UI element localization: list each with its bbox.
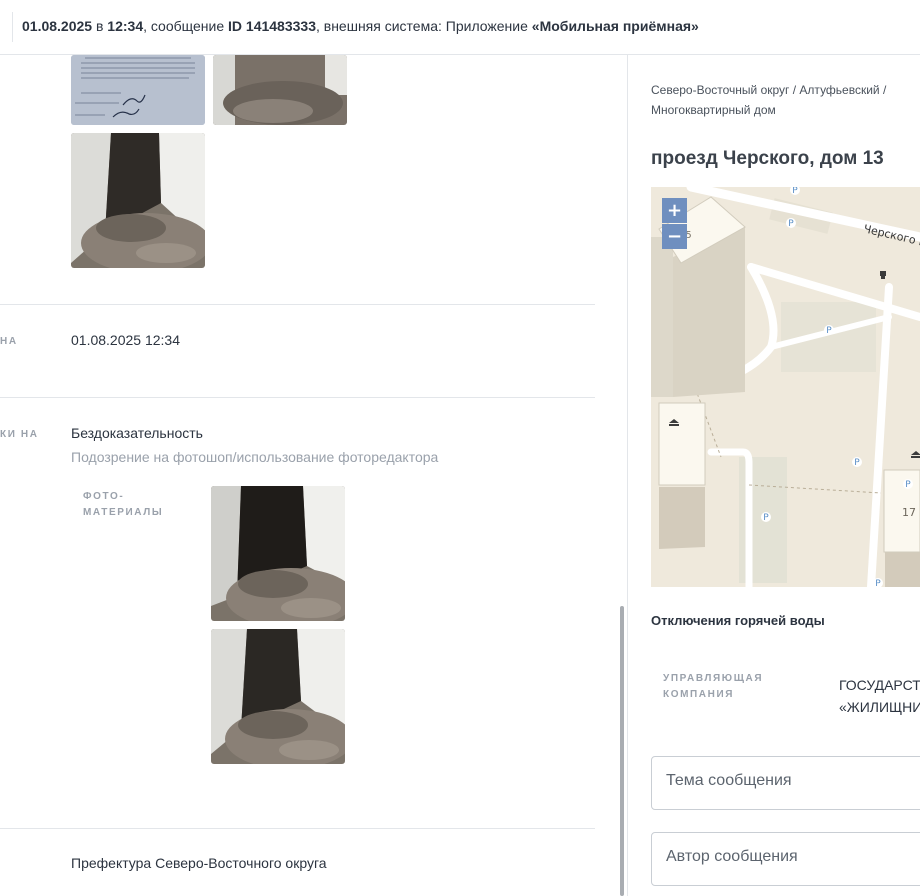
subject-input[interactable] — [664, 771, 920, 791]
photo-corridor-1[interactable] — [213, 55, 347, 125]
hot-water-title[interactable]: Отключения горячей воды — [651, 613, 825, 628]
subject-field[interactable] — [651, 756, 920, 810]
photo-document[interactable] — [71, 55, 205, 125]
system-name: «Мобильная приёмная» — [531, 18, 699, 34]
section-divider — [0, 397, 595, 398]
parking-marker: P — [763, 513, 769, 523]
management-company-label: УПРАВЛЯЮЩАЯ КОМПАНИЯ — [663, 673, 764, 700]
message-id: ID 141483333 — [228, 18, 316, 34]
building-panel: Северо-Восточный округ / Алтуфьевский / … — [628, 55, 920, 896]
parking-marker: P — [905, 480, 911, 490]
rejection-detail: Подозрение на фотошоп/использование фото… — [71, 449, 439, 465]
rejection-reason: Бездоказательность — [71, 425, 203, 441]
author-input[interactable] — [664, 847, 920, 867]
parking-marker: P — [875, 579, 881, 587]
photos-label: ФОТО- МАТЕРИАЛЫ — [83, 491, 164, 518]
section-divider — [0, 828, 595, 829]
date-row-label: НА — [0, 336, 18, 347]
house-number-17: 17 — [902, 506, 916, 519]
management-company-value: ГОСУДАРСТВ «ЖИЛИЩНИ — [839, 677, 920, 715]
map-canvas: P P P P P P P Черского п 15 17 — [651, 187, 920, 587]
system-prefix: , внешняя система: Приложение — [315, 18, 532, 34]
rejection-photo-1[interactable] — [211, 486, 345, 621]
parking-marker: P — [826, 326, 832, 336]
zoom-in-button[interactable]: + — [662, 198, 687, 223]
message-time: 12:34 — [107, 18, 144, 34]
photo-corridor-2[interactable] — [71, 133, 205, 268]
message-details: НА 01.08.2025 12:34 КИ НА Бездоказательн… — [0, 55, 595, 896]
zoom-out-button[interactable]: − — [662, 224, 687, 249]
organization-value: Префектура Северо-Восточного округа — [71, 855, 327, 871]
author-field[interactable] — [651, 832, 920, 886]
scrollbar-thumb[interactable] — [620, 606, 624, 896]
in-word: в — [92, 18, 108, 34]
header-divider — [12, 12, 13, 42]
message-date: 01.08.2025 — [22, 18, 93, 34]
breadcrumb[interactable]: Северо-Восточный округ / Алтуфьевский / … — [651, 80, 916, 120]
message-prefix: , сообщение — [143, 18, 229, 34]
building-address: проезд Черского, дом 13 — [651, 148, 884, 169]
message-header: 01.08.2025 в 12:34, сообщение ID 1414833… — [0, 0, 920, 55]
parking-marker: P — [788, 219, 794, 229]
rejection-label: КИ НА — [0, 429, 39, 440]
message-summary: 01.08.2025 в 12:34, сообщение ID 1414833… — [22, 18, 699, 34]
parking-marker: P — [854, 458, 860, 468]
parking-marker: P — [792, 187, 798, 196]
building-map[interactable]: P P P P P P P Черского п 15 17 + − — [651, 187, 920, 587]
section-divider — [0, 304, 595, 305]
date-row-value: 01.08.2025 12:34 — [71, 332, 180, 348]
rejection-photo-2[interactable] — [211, 629, 345, 764]
